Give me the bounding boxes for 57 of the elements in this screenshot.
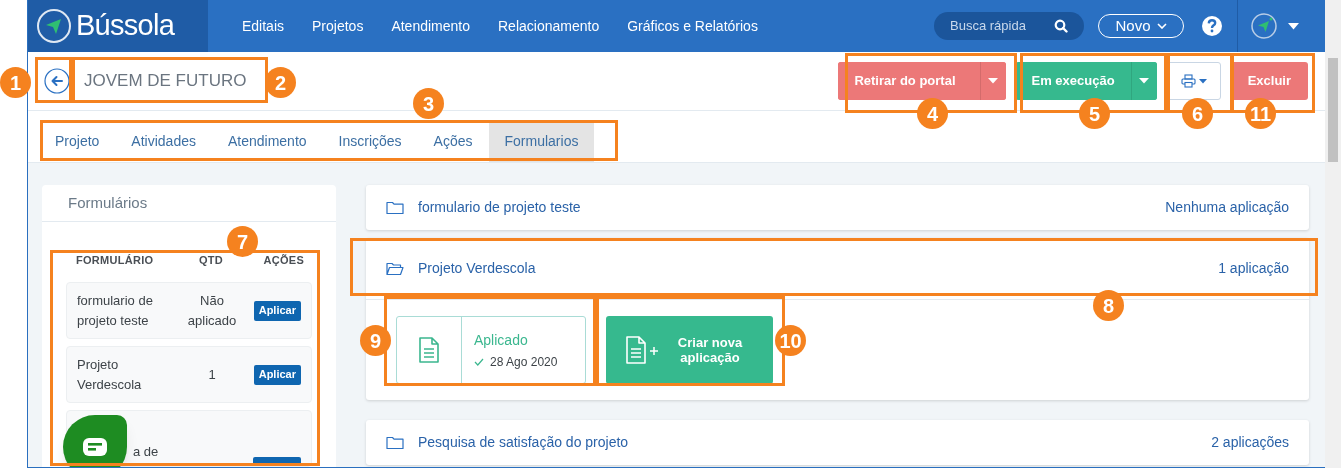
form-folder-header[interactable]: Projeto Verdescola 1 aplicação [366,248,1309,289]
callout-number: 2 [265,67,296,98]
check-icon [474,357,484,366]
nav-link[interactable]: Projetos [312,15,364,37]
chat-icon [83,438,107,456]
caret-icon [1198,78,1207,84]
caret-icon [1139,78,1150,84]
apply-button[interactable]: Aplicar [253,364,301,385]
nav-link[interactable]: Atendimento [391,15,470,37]
nav-link[interactable]: Gráficos e Relatórios [627,15,758,37]
nav-link[interactable]: Relacionamento [498,15,600,37]
document-icon [419,337,439,363]
search-icon [1054,19,1068,33]
column-header: FORMULÁRIO [76,252,155,268]
dropdown-toggle[interactable] [1130,62,1157,100]
scrollbar[interactable] [1325,0,1341,468]
search-field[interactable]: Busca rápida [934,12,1084,40]
callout-number: 4 [917,98,948,129]
tab[interactable]: Inscrições [322,120,418,162]
table-cell-text: 1 [207,365,217,384]
status-text: Aplicado [474,330,529,350]
callout-number: 3 [413,88,444,119]
folder-icon [386,261,404,276]
caret-icon[interactable] [1288,22,1299,30]
table-cell-text: Projeto Verdescola [77,355,143,394]
tab[interactable]: Ações [417,120,489,162]
panel-title: Formulários [68,192,148,213]
tab[interactable]: Projeto [44,120,116,162]
avatar-icon[interactable] [1251,13,1277,39]
apply-button[interactable]: Aplicar [253,300,301,321]
compass-logo-icon [36,8,72,44]
printer-icon [1180,74,1196,88]
column-header: QTD [197,252,224,268]
dropdown-toggle[interactable] [979,62,1006,100]
table-cell-text: a de [133,443,160,461]
form-folder-header[interactable]: Pesquisa de satisfação do projeto 2 aplicações [366,422,1309,463]
folder-icon [386,200,404,215]
callout-number: 11 [1245,98,1276,129]
chevron-down-icon [1156,23,1167,29]
back-button[interactable] [44,68,70,94]
caret-icon [988,78,999,84]
nav-link[interactable]: Editais [242,15,285,37]
callout-number: 5 [1079,98,1110,129]
application-card[interactable]: Aplicado 28 Ago 2020 [396,316,586,384]
page-title: JOVEM DE FUTURO [84,70,247,93]
help-icon[interactable] [1201,15,1223,37]
column-header: AÇÕES [262,252,305,268]
folder-icon [386,435,404,450]
brand-name: Bússola [76,8,175,44]
date-text: 28 Ago 2020 [490,353,558,371]
table-cell-text: formulario de projeto teste [77,291,154,330]
callout-number: 6 [1182,98,1213,129]
add-document-icon [626,336,660,364]
table-cell-text: Não aplicado [186,291,238,330]
tab[interactable]: Atividades [115,120,212,162]
form-folder-header[interactable]: formulario de projeto teste Nenhuma aplicação [366,187,1309,228]
tab[interactable]: Atendimento [211,120,323,162]
